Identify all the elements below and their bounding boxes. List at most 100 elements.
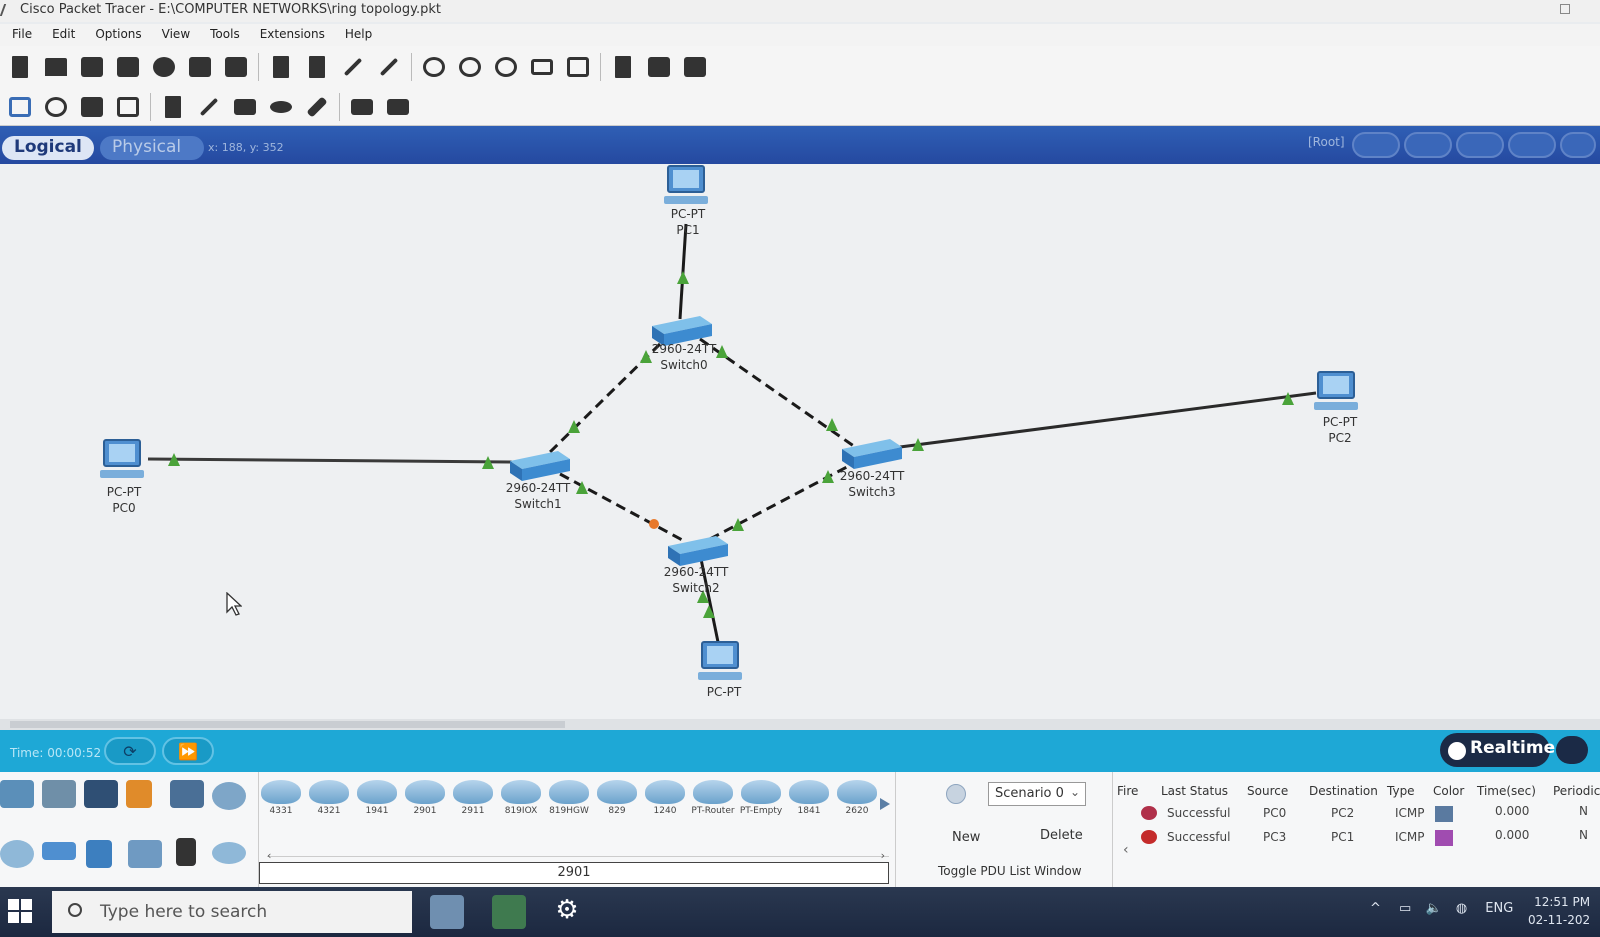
scroll-left-icon[interactable]: ‹ [267, 849, 271, 862]
menu-help[interactable]: Help [335, 24, 382, 46]
link-switch3-pc2[interactable] [899, 391, 1317, 449]
realtime-mode-button[interactable]: Realtime [1440, 733, 1555, 767]
save-button[interactable] [76, 52, 108, 82]
scroll-right-icon[interactable]: › [881, 849, 885, 862]
hubs-icon[interactable] [86, 840, 112, 868]
routers-icon[interactable] [0, 840, 34, 868]
network-devices-icon[interactable] [0, 780, 34, 808]
cluster-button[interactable] [1404, 132, 1452, 158]
model-2901[interactable]: 2901 [403, 780, 447, 816]
new-cluster-button[interactable] [1456, 132, 1504, 158]
open-button[interactable] [40, 52, 72, 82]
scrollbar-thumb[interactable] [10, 721, 565, 728]
switches-icon[interactable] [42, 842, 76, 860]
model-pt-empty[interactable]: PT-Empty [739, 780, 783, 816]
switch2-icon[interactable] [668, 536, 728, 566]
power-cycle-button[interactable]: ⟳ [104, 737, 156, 765]
simple-pdu-button[interactable] [346, 92, 378, 122]
info-button[interactable] [148, 52, 180, 82]
custom-devices-button[interactable] [562, 52, 594, 82]
table-scroll-left-icon[interactable]: ‹ [1123, 842, 1129, 858]
photo-button[interactable] [679, 52, 711, 82]
menu-options[interactable]: Options [85, 24, 151, 46]
move-object-button[interactable] [1508, 132, 1556, 158]
zoom-reset-button[interactable] [454, 52, 486, 82]
network-info-button[interactable] [184, 52, 216, 82]
model-pt-router[interactable]: PT-Router [691, 780, 735, 816]
model-2620[interactable]: 2620 [835, 780, 879, 816]
fire-button[interactable] [1141, 830, 1157, 844]
pdu-list-button[interactable] [607, 52, 639, 82]
zoom-in-button[interactable] [418, 52, 450, 82]
inspect-tool-button[interactable] [40, 92, 72, 122]
menu-edit[interactable]: Edit [42, 24, 85, 46]
menu-view[interactable]: View [152, 24, 200, 46]
maximize-icon[interactable] [1560, 4, 1570, 14]
fast-forward-button[interactable]: ⏩ [162, 737, 214, 765]
pc1-icon[interactable] [664, 165, 708, 204]
connections-icon[interactable] [126, 780, 152, 808]
security-icon[interactable] [176, 838, 196, 866]
pc3-icon[interactable] [698, 641, 742, 680]
activity-wizard-button[interactable] [220, 52, 252, 82]
menu-extensions[interactable]: Extensions [250, 24, 335, 46]
tab-logical[interactable]: Logical [2, 136, 94, 160]
menu-tools[interactable]: Tools [200, 24, 250, 46]
network-icon[interactable]: ▭ [1399, 901, 1411, 916]
rectangle-tool-button[interactable] [229, 92, 261, 122]
select-tool-button[interactable] [4, 92, 36, 122]
undo-button[interactable] [337, 52, 369, 82]
delete-scenario-button[interactable]: Delete [1040, 828, 1083, 843]
info-icon[interactable] [946, 784, 966, 804]
wan-emulation-icon[interactable] [212, 842, 246, 864]
new-scenario-button[interactable]: New [952, 830, 980, 845]
model-819hgw[interactable]: 819HGW [547, 780, 591, 816]
logical-workspace[interactable]: PC-PT PC1 2960-24TT Switch0 PC-PT PC0 29… [0, 164, 1600, 719]
model-1240[interactable]: 1240 [643, 780, 687, 816]
miscellaneous-icon[interactable] [170, 780, 204, 808]
ellipse-tool-button[interactable] [265, 92, 297, 122]
settings-gear-icon[interactable]: ⚙ [550, 895, 584, 929]
wireless-devices-icon[interactable] [128, 840, 162, 868]
globe-icon[interactable]: ◍ [1456, 901, 1467, 916]
switch1-icon[interactable] [510, 451, 570, 481]
fire-button[interactable] [1141, 806, 1157, 820]
model-829[interactable]: 829 [595, 780, 639, 816]
redo-button[interactable] [373, 52, 405, 82]
zoom-out-button[interactable] [490, 52, 522, 82]
model-4321[interactable]: 4321 [307, 780, 351, 816]
multiuser-icon[interactable] [212, 782, 246, 810]
model-1941[interactable]: 1941 [355, 780, 399, 816]
taskbar-search-input[interactable]: Type here to search [52, 891, 412, 933]
model-4331[interactable]: 4331 [259, 780, 303, 816]
workspace-scrollbar[interactable] [0, 719, 1600, 730]
toggle-pdu-list-button[interactable]: Toggle PDU List Window [938, 864, 1082, 878]
viewport-button[interactable] [1560, 132, 1596, 158]
device-template-button[interactable] [643, 52, 675, 82]
taskbar-clock[interactable]: 12:51 PM 02-11-202 [1528, 893, 1590, 929]
components-icon[interactable] [84, 780, 118, 808]
menu-file[interactable]: File [2, 24, 42, 46]
new-file-button[interactable] [4, 52, 36, 82]
tab-physical[interactable]: Physical [100, 136, 204, 160]
end-devices-icon[interactable] [42, 780, 76, 808]
taskbar-app-icon[interactable] [430, 895, 464, 929]
simulation-mode-button[interactable] [1556, 736, 1588, 764]
link-switch1-switch2[interactable] [559, 472, 687, 544]
freeform-tool-button[interactable] [301, 92, 333, 122]
volume-icon[interactable]: 🔈 [1425, 901, 1441, 916]
paste-button[interactable] [301, 52, 333, 82]
resize-tool-button[interactable] [112, 92, 144, 122]
line-tool-button[interactable] [193, 92, 225, 122]
drawing-palette-button[interactable] [526, 52, 558, 82]
note-tool-button[interactable] [157, 92, 189, 122]
play-icon[interactable] [880, 798, 890, 810]
model-2911[interactable]: 2911 [451, 780, 495, 816]
complex-pdu-button[interactable] [382, 92, 414, 122]
windows-start-icon[interactable] [8, 899, 34, 925]
scenario-select[interactable]: Scenario 0 ⌄ [988, 782, 1086, 806]
model-819iox[interactable]: 819IOX [499, 780, 543, 816]
delete-tool-button[interactable] [76, 92, 108, 122]
packet-tracer-taskbar-icon[interactable] [492, 895, 526, 929]
print-button[interactable] [112, 52, 144, 82]
